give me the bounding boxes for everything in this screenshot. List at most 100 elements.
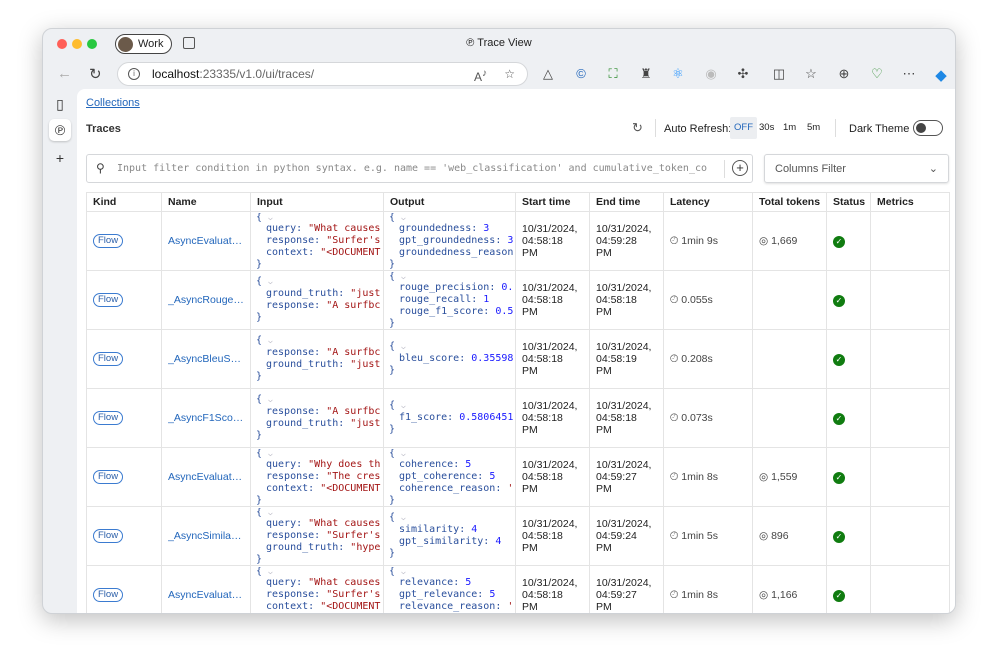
- column-header[interactable]: Input: [250, 192, 384, 212]
- collapse-icon[interactable]: ⌵: [268, 449, 273, 458]
- json-line: ground_truth: "just: [266, 418, 381, 429]
- success-check-icon: ✓: [833, 471, 845, 484]
- clock-icon: 🕘︎: [670, 293, 679, 306]
- column-header[interactable]: Metrics: [870, 192, 950, 212]
- column-header[interactable]: End time: [589, 192, 664, 212]
- collapse-icon[interactable]: ⌵: [401, 567, 406, 576]
- add-filter-icon[interactable]: +: [732, 160, 748, 176]
- start-time-cell: 10/31/2024, 04:58:18 PM: [515, 506, 590, 566]
- json-line: response: "Surfer's: [266, 235, 381, 247]
- address-bar[interactable]: i localhost:23335/v1.0/ui/traces/ A♪ ☆: [117, 62, 528, 86]
- trace-name-link[interactable]: _AsyncRougeS...: [168, 294, 244, 306]
- extensions-puzzle-icon[interactable]: ✣: [735, 66, 751, 82]
- more-icon[interactable]: ⋯: [901, 66, 917, 82]
- refresh-1m-button[interactable]: 1m: [779, 117, 800, 139]
- trace-name-link[interactable]: _AsyncSimilari...: [168, 530, 244, 542]
- trace-name-link[interactable]: AsyncEvaluato...: [168, 589, 244, 601]
- collapse-icon[interactable]: ⌵: [268, 213, 273, 222]
- refresh-off-button[interactable]: OFF: [730, 117, 757, 139]
- collapse-icon[interactable]: ⌵: [268, 336, 273, 345]
- extension-c-icon[interactable]: ©: [573, 66, 589, 81]
- table-row[interactable]: Flow AsyncEvaluato... { ⌵ query: "What caus…: [86, 211, 950, 271]
- table-row[interactable]: Flow _AsyncBleuSc...{ ⌵ response: "A surfb…: [86, 329, 950, 389]
- extension-bot-icon[interactable]: ♜: [638, 66, 654, 82]
- split-screen-icon[interactable]: ◫: [771, 66, 787, 82]
- collapse-icon[interactable]: ⌵: [401, 449, 406, 458]
- table-row[interactable]: Flow _AsyncRougeS...{ ⌵ ground_truth: "jus…: [86, 270, 950, 330]
- tokens-cell: [752, 388, 827, 448]
- json-line: response: "A surfbc: [266, 347, 381, 359]
- output-cell: { ⌵ bleu_score: 0.35598}: [383, 329, 516, 389]
- column-header[interactable]: Status: [826, 192, 871, 212]
- trace-name-link[interactable]: AsyncEvaluato...: [168, 235, 244, 247]
- kind-cell: Flow: [86, 506, 162, 566]
- collections-link[interactable]: Collections: [86, 97, 140, 109]
- collapse-icon[interactable]: ⌵: [401, 213, 406, 222]
- collapse-icon[interactable]: ⌵: [401, 401, 406, 410]
- collapse-icon[interactable]: ⌵: [268, 395, 273, 404]
- site-info-icon[interactable]: i: [128, 68, 140, 80]
- success-check-icon: ✓: [833, 353, 845, 366]
- reload-icon[interactable]: ↻: [89, 65, 102, 83]
- collections-icon[interactable]: ⊕: [836, 66, 852, 82]
- new-tab-icon[interactable]: +: [49, 147, 71, 169]
- favorite-star-icon[interactable]: ☆: [504, 63, 515, 85]
- table-row[interactable]: Flow _AsyncSimilari... { ⌵ query: "What cau…: [86, 506, 950, 566]
- extension-cloud-icon[interactable]: △: [540, 66, 556, 82]
- table-row[interactable]: Flow AsyncEvaluato... { ⌵ query: "Why does …: [86, 447, 950, 507]
- kind-cell: Flow: [86, 270, 162, 330]
- clock-icon: 🕘︎: [670, 529, 679, 542]
- end-time-cell: 10/31/2024, 04:59:24 PM: [589, 506, 664, 566]
- page-favicon-icon: ℗: [466, 37, 478, 49]
- collapse-icon[interactable]: ⌵: [401, 513, 406, 522]
- tab-trace-view[interactable]: ℗: [49, 119, 71, 141]
- kind-badge: Flow: [93, 529, 124, 543]
- refresh-5m-button[interactable]: 5m: [803, 117, 824, 139]
- read-aloud-icon[interactable]: A♪: [474, 63, 487, 88]
- trace-name-link[interactable]: _AsyncBleuSc...: [168, 353, 244, 365]
- metrics-cell: [870, 565, 950, 613]
- column-header[interactable]: Name: [161, 192, 251, 212]
- browser-essentials-icon[interactable]: ♡: [869, 66, 885, 82]
- url-host: localhost: [152, 67, 200, 81]
- collapse-icon[interactable]: ⌵: [268, 277, 273, 286]
- trace-name-link[interactable]: _AsyncF1Score...: [168, 412, 244, 424]
- collapse-icon[interactable]: ⌵: [268, 508, 273, 517]
- trace-name-link[interactable]: AsyncEvaluato...: [168, 471, 244, 483]
- column-header[interactable]: Latency: [663, 192, 753, 212]
- filter-input[interactable]: ⚲ Input filter condition in python synta…: [86, 154, 753, 183]
- column-header[interactable]: Output: [383, 192, 516, 212]
- column-header[interactable]: Start time: [515, 192, 590, 212]
- collapse-icon[interactable]: ⌵: [268, 567, 273, 576]
- favorites-icon[interactable]: ☆: [803, 66, 819, 82]
- table-row[interactable]: Flow AsyncEvaluato... { ⌵ query: "What caus…: [86, 565, 950, 613]
- react-devtools-icon[interactable]: ⚛: [670, 66, 686, 82]
- metrics-cell: [870, 329, 950, 389]
- json-line: similarity: 4: [399, 524, 478, 536]
- sidebar-toggle-icon[interactable]: ▯: [49, 93, 71, 115]
- end-time-cell: 10/31/2024, 04:58:18 PM: [589, 388, 664, 448]
- json-line: gpt_similarity: 4: [399, 536, 502, 547]
- screenshot-icon[interactable]: ⛶: [605, 66, 621, 82]
- back-icon[interactable]: ←: [57, 65, 72, 82]
- divider: [655, 119, 656, 137]
- browser-toolbar: ← ↻ i localhost:23335/v1.0/ui/traces/ A♪…: [43, 59, 955, 89]
- collapse-icon[interactable]: ⌵: [401, 342, 406, 351]
- refresh-icon[interactable]: ↻: [632, 120, 643, 136]
- extension-circle-icon[interactable]: ◉: [703, 66, 719, 82]
- name-cell: AsyncEvaluato...: [161, 211, 251, 271]
- column-header[interactable]: Total tokens: [752, 192, 827, 212]
- table-row[interactable]: Flow _AsyncF1Score...{ ⌵ response: "A surf…: [86, 388, 950, 448]
- output-cell: { ⌵ similarity: 4 gpt_similarity: 4}: [383, 506, 516, 566]
- window-title: ℗ Trace View: [43, 37, 955, 49]
- copilot-icon[interactable]: ◆: [933, 66, 949, 84]
- json-line: gpt_coherence: 5: [399, 471, 496, 483]
- json-line: groundedness: 3: [399, 223, 490, 235]
- collapse-icon[interactable]: ⌵: [401, 272, 406, 281]
- column-header[interactable]: Kind: [86, 192, 162, 212]
- success-check-icon: ✓: [833, 294, 845, 307]
- columns-filter-dropdown[interactable]: Columns Filter ⌄: [764, 154, 949, 183]
- refresh-30s-button[interactable]: 30s: [755, 117, 778, 139]
- token-icon: ◎: [759, 235, 769, 247]
- dark-theme-toggle[interactable]: [913, 120, 943, 136]
